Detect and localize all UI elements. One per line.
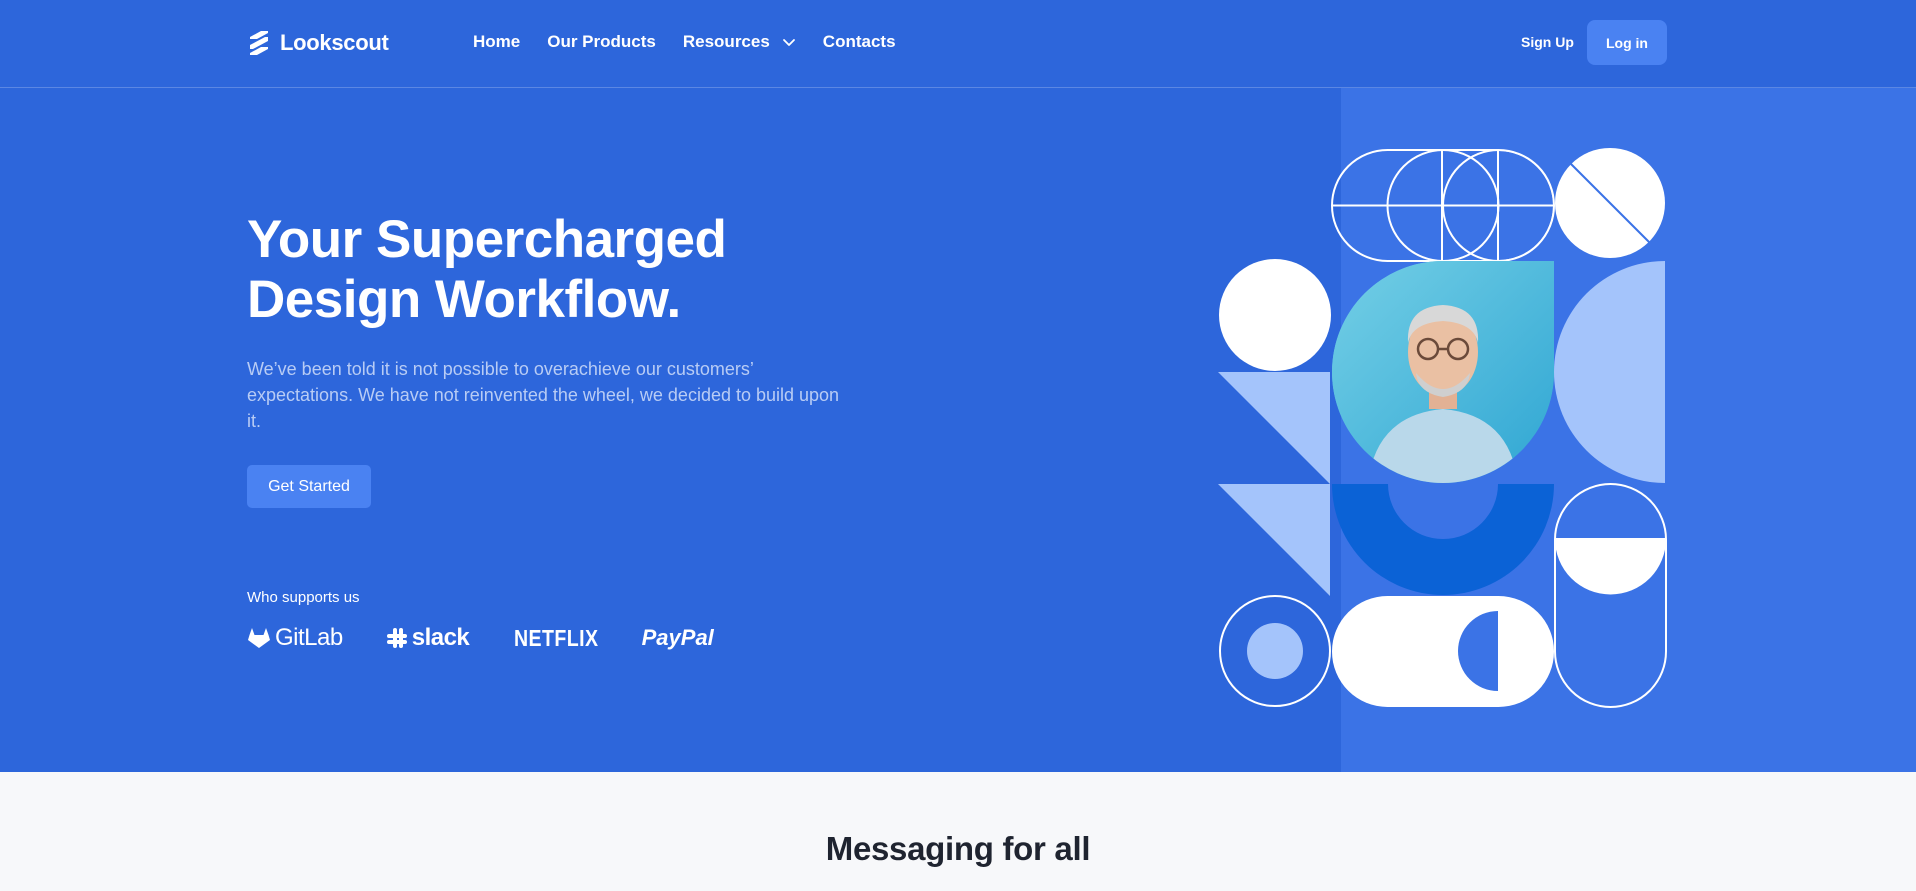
hero-description: We’ve been told it is not possible to ov… <box>247 359 840 431</box>
nav-our-products[interactable]: Our Products <box>547 32 656 52</box>
nav-contacts[interactable]: Contacts <box>823 32 896 52</box>
top-navbar: Lookscout Home Our Products Resources Co… <box>0 0 1916 88</box>
gitlab-fox-icon <box>248 628 270 648</box>
get-started-button[interactable]: Get Started <box>247 465 371 508</box>
slack-label: slack <box>411 624 470 651</box>
logo-stripes-icon <box>250 31 268 55</box>
brand-logo[interactable]: Lookscout <box>247 30 389 56</box>
slashed-circle-shape <box>1555 148 1665 258</box>
deep-blue-arch-shape <box>1332 484 1554 595</box>
supporters-label: Who supports us <box>247 589 360 606</box>
supporter-logos: GitLab slack NETFLIX PayPal <box>247 622 714 654</box>
netflix-logo[interactable]: NETFLIX <box>514 625 598 652</box>
brand-name: Lookscout <box>280 30 389 55</box>
triangle-shape-upper <box>1218 372 1330 484</box>
main-nav: Home Our Products Resources Contacts <box>473 32 896 52</box>
paypal-label: PayPal <box>641 625 714 650</box>
nav-resources-label: Resources <box>682 32 770 51</box>
netflix-label: NETFLIX <box>514 624 599 651</box>
signup-link[interactable]: Sign Up <box>1521 34 1574 50</box>
portrait-photo <box>1332 261 1554 483</box>
hero-illustration <box>1218 148 1667 708</box>
hero-section: Lookscout Home Our Products Resources Co… <box>0 0 1916 772</box>
gitlab-label: GitLab <box>275 624 343 651</box>
login-button[interactable]: Log in <box>1587 20 1667 65</box>
capsule-outline-shape <box>1554 483 1667 708</box>
chevron-down-icon <box>782 39 795 46</box>
paypal-logo[interactable]: PayPal <box>642 625 714 651</box>
nav-resources[interactable]: Resources <box>683 32 796 52</box>
white-circle-shape <box>1219 259 1331 371</box>
white-pill-shape <box>1332 596 1554 707</box>
slack-logo[interactable]: slack <box>386 624 470 652</box>
slack-hash-icon <box>386 628 407 648</box>
hero-title-line2: Design Workflow. <box>247 270 681 329</box>
section-title: Messaging for all <box>825 830 1091 867</box>
triangle-shape-lower <box>1218 484 1330 596</box>
gitlab-logo[interactable]: GitLab <box>247 624 343 652</box>
light-half-circle-shape <box>1554 261 1665 483</box>
pill-circles-shape <box>1331 149 1555 262</box>
hero-title: Your Supercharged Design Workflow. <box>247 210 867 330</box>
nav-home[interactable]: Home <box>473 32 520 52</box>
target-circle-shape <box>1219 595 1331 707</box>
hero-title-line1: Your Supercharged <box>247 210 727 269</box>
